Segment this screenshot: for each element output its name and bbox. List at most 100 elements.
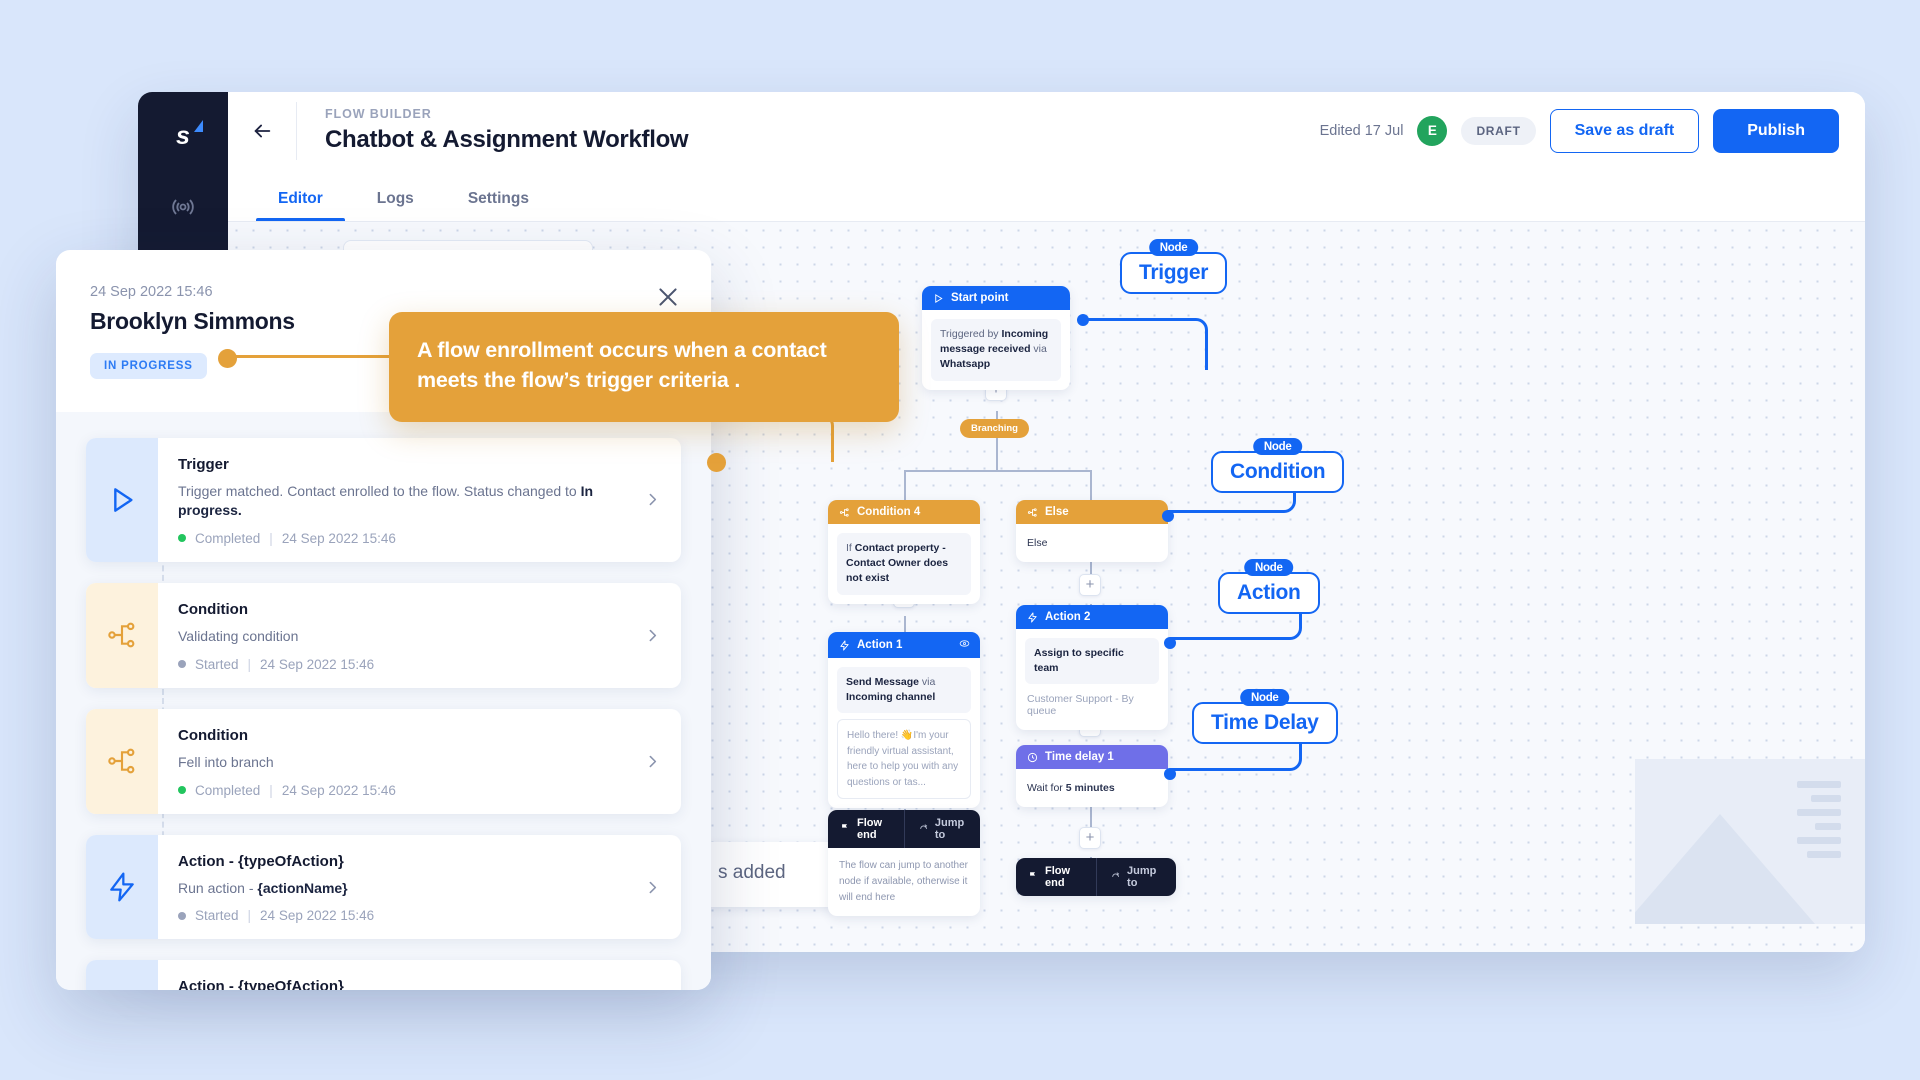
add-node-button[interactable]: + — [1079, 827, 1101, 849]
timestamp: 24 Sep 2022 15:46 — [281, 530, 396, 546]
node-else[interactable]: Else Else — [1016, 500, 1168, 562]
add-node-button[interactable]: + — [1079, 574, 1101, 596]
app-logo[interactable]: s — [163, 116, 203, 156]
node-flow-end-left[interactable]: Flow end Jump to The flow can jump to an… — [828, 810, 980, 916]
delay-prefix: Wait for — [1027, 782, 1066, 794]
play-icon — [86, 438, 158, 562]
placeholder-bars — [1797, 781, 1841, 858]
list-item[interactable]: Action - {typeOfAction} Ran action - {ac… — [86, 960, 681, 990]
list-item-content: Action - {typeOfAction} Run action - {ac… — [158, 835, 644, 940]
chevron-right-icon[interactable] — [644, 960, 681, 990]
timestamp: 24 Sep 2022 15:46 — [281, 782, 396, 798]
node-title: Action 1 — [857, 639, 903, 651]
topbar: FLOW BUILDER Chatbot & Assignment Workfl… — [228, 92, 1865, 169]
bar — [1797, 809, 1841, 816]
node-flow-end-right[interactable]: Flow end Jump to — [1016, 858, 1176, 896]
chevron-right-icon[interactable] — [644, 709, 681, 814]
desc-text: Validating condition — [178, 627, 299, 644]
list-item-title: Condition — [178, 600, 248, 618]
tooltip-callout: A flow enrollment occurs when a contact … — [389, 312, 899, 423]
node-body: Wait for 5 minutes — [1016, 769, 1168, 807]
condition-rule: Contact property - Contact Owner does no… — [846, 542, 949, 585]
desc-text: Trigger matched. Contact enrolled to the… — [178, 483, 581, 499]
back-button[interactable] — [228, 92, 296, 169]
condition-expression: If Contact property - Contact Owner does… — [837, 533, 971, 595]
topbar-actions: Edited 17 Jul E DRAFT Save as draft Publ… — [1319, 108, 1865, 153]
jump-to-button[interactable]: Jump to — [903, 810, 980, 848]
status-badge: DRAFT — [1461, 116, 1536, 145]
flow-end-title: Flow end — [857, 817, 883, 841]
status-label: Started — [195, 908, 239, 924]
tab-editor[interactable]: Editor — [256, 190, 345, 221]
callout-box: Node Trigger — [1120, 239, 1228, 294]
status-dot — [178, 911, 186, 920]
publish-button[interactable]: Publish — [1713, 108, 1839, 153]
meta-separator: | — [247, 656, 252, 672]
node-header: Condition 4 — [828, 500, 980, 524]
list-item-content: Condition Fell into branch Completed | 2… — [158, 709, 644, 814]
flow-end-description: The flow can jump to another node if ava… — [839, 860, 968, 903]
title-block: FLOW BUILDER Chatbot & Assignment Workfl… — [297, 107, 689, 154]
start-trigger-text: Triggered by Incoming message received v… — [931, 319, 1061, 381]
list-item-content: Trigger Trigger matched. Contact enrolle… — [158, 438, 644, 562]
node-action-2[interactable]: Action 2 Assign to specific team Custome… — [1016, 605, 1168, 731]
callout-box: Node Action — [1218, 559, 1320, 614]
flow-end-title: Flow end — [1045, 865, 1071, 889]
callout-label: Trigger — [1139, 261, 1209, 284]
list-item-meta: Started | 24 Sep 2022 15:46 — [178, 657, 622, 672]
logo-spark-icon — [194, 120, 203, 132]
action1-message-preview: Hello there! 👋I'm your friendly virtual … — [837, 719, 971, 800]
bolt-icon — [86, 960, 158, 990]
node-time-delay-1[interactable]: Time delay 1 Wait for 5 minutes — [1016, 745, 1168, 807]
connector — [904, 470, 1090, 472]
list-item[interactable]: Condition Validating condition Started |… — [86, 582, 681, 688]
broadcast-icon[interactable] — [166, 190, 200, 224]
tab-bar: Editor Logs Settings — [228, 169, 1865, 222]
list-item-desc: Trigger matched. Contact enrolled to the… — [178, 482, 622, 520]
arrow-left-icon — [254, 124, 271, 137]
node-start-point[interactable]: Start point Triggered by Incoming messag… — [922, 286, 1070, 390]
flag-icon — [1028, 871, 1038, 884]
node-title: Condition 4 — [857, 506, 921, 518]
edited-timestamp: Edited 17 Jul — [1319, 122, 1404, 139]
jump-to-label: Jump to — [1127, 865, 1157, 889]
node-title: Action 2 — [1045, 611, 1091, 623]
callout-action: Node Action — [1218, 559, 1320, 614]
node-title: Start point — [951, 292, 1009, 304]
bar — [1811, 795, 1841, 802]
desc-text: Fell into branch — [178, 753, 274, 770]
node-action-1[interactable]: Action 1 Send Message via Incoming chann… — [828, 632, 980, 809]
tab-logs[interactable]: Logs — [355, 190, 436, 221]
jump-to-button[interactable]: Jump to — [1096, 858, 1176, 896]
tooltip-anchor-dot — [218, 349, 237, 368]
list-item-desc: Fell into branch — [178, 753, 622, 772]
callout-leader-line — [1083, 318, 1208, 370]
status-dot — [178, 660, 186, 669]
bar — [1797, 837, 1841, 844]
logo-letter: s — [176, 121, 190, 150]
chevron-right-icon[interactable] — [644, 583, 681, 688]
timestamp: 24 Sep 2022 15:46 — [260, 908, 375, 924]
mountain-shape — [1635, 814, 1815, 924]
node-condition-4[interactable]: Condition 4 If Contact property - Contac… — [828, 500, 980, 604]
callout-time-delay: Node Time Delay — [1192, 689, 1338, 744]
tab-settings[interactable]: Settings — [446, 190, 551, 221]
meta-separator: | — [269, 782, 273, 798]
list-item-title: Trigger — [178, 456, 229, 473]
eye-icon[interactable] — [959, 638, 970, 652]
callout-tag: Node — [1252, 438, 1303, 455]
close-icon[interactable] — [655, 284, 681, 310]
list-item[interactable]: Trigger Trigger matched. Contact enrolle… — [86, 438, 681, 562]
trigger-mid: via — [1030, 343, 1047, 356]
flow-end-label-wrap: Flow end — [1016, 858, 1096, 896]
activity-list[interactable]: Trigger Trigger matched. Contact enrolle… — [56, 412, 711, 990]
list-item[interactable]: Action - {typeOfAction} Run action - {ac… — [86, 834, 681, 940]
chevron-right-icon[interactable] — [644, 438, 681, 562]
list-item[interactable]: Condition Fell into branch Completed | 2… — [86, 708, 681, 814]
avatar[interactable]: E — [1417, 115, 1448, 146]
screenshot-root: s FLOW BUILDER Chatbot & Assignment Work… — [0, 0, 1920, 1080]
trigger-prefix: Triggered by — [940, 328, 1002, 340]
save-as-draft-button[interactable]: Save as draft — [1549, 108, 1700, 153]
action1-summary: Send Message via Incoming channel — [837, 667, 971, 714]
chevron-right-icon[interactable] — [644, 835, 681, 940]
